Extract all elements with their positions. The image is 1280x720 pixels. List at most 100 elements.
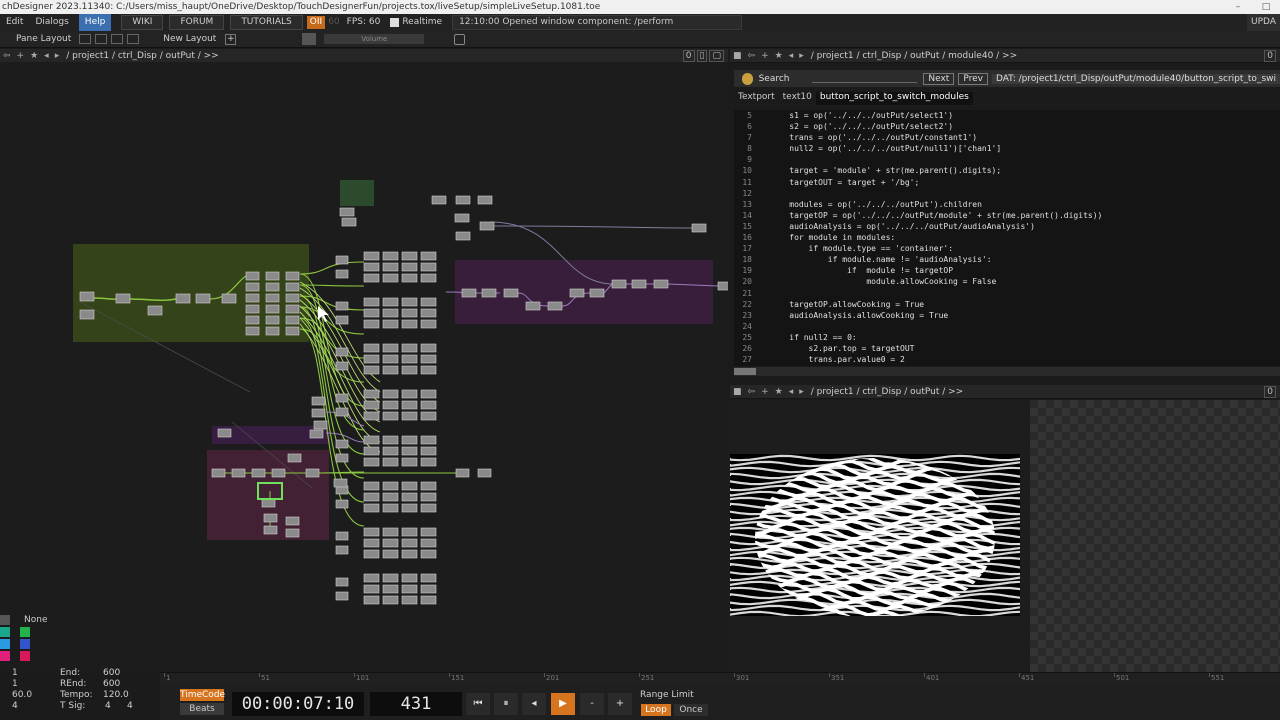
operator-node[interactable] <box>420 308 437 318</box>
code-line[interactable]: 22 targetOP.allowCooking = True <box>734 299 1280 310</box>
add-layout-button[interactable]: + <box>225 33 237 45</box>
operator-node[interactable] <box>382 251 399 261</box>
operator-node[interactable] <box>335 499 349 509</box>
operator-node[interactable] <box>547 301 563 311</box>
operator-node[interactable] <box>382 481 399 491</box>
operator-node[interactable] <box>589 288 605 298</box>
operator-node[interactable] <box>401 573 418 583</box>
operator-node[interactable] <box>265 293 280 303</box>
operator-node[interactable] <box>401 538 418 548</box>
operator-node[interactable] <box>401 343 418 353</box>
operator-node[interactable] <box>335 439 349 449</box>
operator-node[interactable] <box>420 354 437 364</box>
realtime-checkbox[interactable] <box>390 18 400 27</box>
add-pane-icon[interactable]: + <box>758 387 772 397</box>
operator-node[interactable] <box>335 361 349 371</box>
operator-node[interactable] <box>382 492 399 502</box>
layout-split-h-icon[interactable] <box>95 34 108 44</box>
next-button[interactable]: Next <box>923 72 955 85</box>
timecode-display[interactable]: 00:00:07:10 <box>232 692 364 716</box>
operator-node[interactable] <box>382 319 399 329</box>
once-button[interactable]: Once <box>674 704 708 716</box>
menu-dialogs[interactable]: Dialogs <box>29 14 74 31</box>
line-text[interactable]: if module.name != 'audioAnalysis': <box>770 254 992 265</box>
operator-node[interactable] <box>285 282 300 292</box>
operator-node[interactable] <box>401 595 418 605</box>
code-line[interactable]: 12 <box>734 188 1280 199</box>
line-text[interactable]: trans = op('../../../outPut/constant1') <box>770 132 977 143</box>
operator-node[interactable] <box>335 407 349 417</box>
operator-node[interactable] <box>217 428 232 438</box>
operator-node[interactable] <box>420 549 437 559</box>
network-editor[interactable] <box>0 62 728 672</box>
operator-node[interactable] <box>611 279 627 289</box>
operator-node[interactable] <box>420 319 437 329</box>
nav-right-icon[interactable]: ▸ <box>796 51 807 61</box>
operator-node[interactable] <box>79 291 95 302</box>
operator-node[interactable] <box>401 273 418 283</box>
play-icon[interactable]: ▶ <box>551 693 575 715</box>
oii-toggle[interactable]: OII <box>306 16 326 29</box>
operator-node[interactable] <box>335 591 349 601</box>
operator-node[interactable] <box>363 262 380 272</box>
line-text[interactable]: module.allowCooking = False <box>770 276 996 287</box>
operator-node[interactable] <box>477 195 493 205</box>
new-layout-button[interactable]: New Layout <box>157 34 222 44</box>
start-value[interactable]: 1 <box>12 668 18 678</box>
code-line[interactable]: 26 s2.par.top = targetOUT <box>734 343 1280 354</box>
operator-node[interactable] <box>341 217 357 227</box>
operator-node[interactable] <box>333 478 348 488</box>
line-text[interactable]: s2 = op('../../../outPut/select2') <box>770 121 953 132</box>
line-text[interactable]: if module != targetOP <box>770 265 953 276</box>
operator-node[interactable] <box>401 503 418 513</box>
operator-node[interactable] <box>401 354 418 364</box>
operator-node[interactable] <box>653 279 669 289</box>
operator-node[interactable] <box>420 400 437 410</box>
code-line[interactable]: 23 audioAnalysis.allowCooking = True <box>734 310 1280 321</box>
pane-menu-icon[interactable]: ■ <box>730 387 745 397</box>
operator-node[interactable] <box>401 308 418 318</box>
pane-layout-button[interactable]: Pane Layout <box>10 34 77 44</box>
operator-node[interactable] <box>420 584 437 594</box>
palette-swatch-indigo[interactable] <box>20 639 30 649</box>
operator-node[interactable] <box>311 408 326 418</box>
network-badge[interactable]: 0 <box>682 49 695 62</box>
operator-node[interactable] <box>263 513 278 523</box>
code-line[interactable]: 11 targetOUT = target + '/bg'; <box>734 177 1280 188</box>
operator-node[interactable] <box>363 595 380 605</box>
code-line[interactable]: 16 for module in modules: <box>734 232 1280 243</box>
operator-node[interactable] <box>265 315 280 325</box>
code-line[interactable]: 10 target = 'module' + str(me.parent().d… <box>734 165 1280 176</box>
operator-node[interactable] <box>382 573 399 583</box>
operator-node[interactable] <box>382 538 399 548</box>
operator-node[interactable] <box>363 573 380 583</box>
maximize-button[interactable]: □ <box>1252 0 1280 14</box>
realtime-toggle[interactable]: Realtime <box>384 14 448 31</box>
operator-node[interactable] <box>221 293 237 304</box>
operator-node[interactable] <box>363 492 380 502</box>
node-graph[interactable] <box>0 62 728 672</box>
operator-node[interactable] <box>420 435 437 445</box>
operator-node[interactable] <box>363 503 380 513</box>
code-badge[interactable]: 0 <box>1264 49 1276 62</box>
operator-node[interactable] <box>525 301 541 311</box>
code-line[interactable]: 24 <box>734 321 1280 332</box>
code-line[interactable]: 5 s1 = op('../../../outPut/select1') <box>734 110 1280 121</box>
pane-maximize-icon[interactable]: ▢ <box>709 49 724 62</box>
operator-node[interactable] <box>420 262 437 272</box>
operator-node[interactable] <box>382 503 399 513</box>
operator-node[interactable] <box>382 262 399 272</box>
operator-node[interactable] <box>401 527 418 537</box>
operator-node[interactable] <box>265 282 280 292</box>
palette-swatch-magenta[interactable] <box>0 651 10 661</box>
operator-node[interactable] <box>454 213 470 223</box>
operator-node[interactable] <box>401 481 418 491</box>
line-text[interactable]: targetOP.allowCooking = True <box>770 299 924 310</box>
nav-left-icon[interactable]: ◂ <box>786 387 797 397</box>
operator-node[interactable] <box>382 297 399 307</box>
code-line[interactable]: 19 if module != targetOP <box>734 265 1280 276</box>
operator-node[interactable] <box>335 393 349 403</box>
tab-textport[interactable]: Textport <box>734 92 779 105</box>
code-line[interactable]: 6 s2 = op('../../../outPut/select2') <box>734 121 1280 132</box>
operator-node[interactable] <box>401 262 418 272</box>
